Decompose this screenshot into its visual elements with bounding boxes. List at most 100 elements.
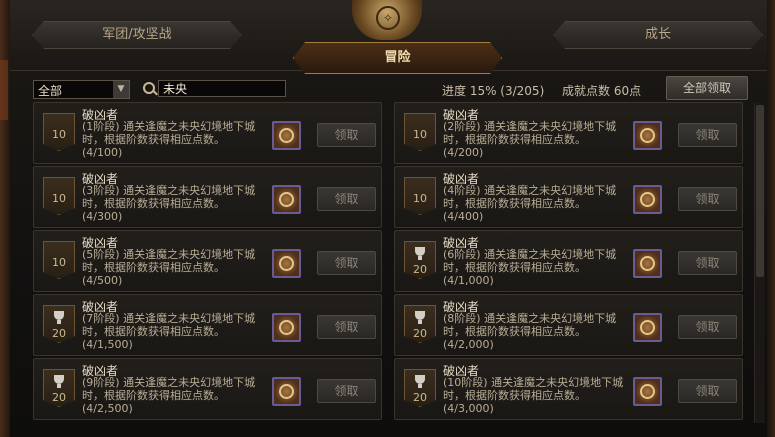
- tab-growth[interactable]: 成长: [553, 21, 763, 49]
- trophy-icon: [54, 311, 64, 324]
- description-text: (10阶段) 通关逢魔之未央幻境地下城时，根据阶数获得相应点数。: [443, 376, 624, 402]
- reward-emblem-icon[interactable]: [633, 313, 662, 342]
- points-badge: 10: [404, 177, 436, 215]
- achievement-progress: (4/100): [82, 146, 123, 159]
- achievement-progress: (4/3,000): [443, 402, 494, 415]
- left-frame-ornament: [0, 60, 8, 120]
- tab-adventure[interactable]: 冒险: [293, 42, 502, 74]
- claim-all-button[interactable]: 全部领取: [666, 76, 748, 100]
- trophy-icon: [415, 375, 425, 388]
- search-icon: [143, 82, 155, 94]
- tab-legion-siege[interactable]: 军团/攻坚战: [32, 21, 242, 49]
- badge-points: 10: [52, 192, 66, 205]
- points-badge: 10: [43, 177, 75, 215]
- description-text: (9阶段) 通关逢魔之未央幻境地下城时，根据阶数获得相应点数。: [82, 376, 256, 402]
- right-frame-decoration: [767, 0, 775, 437]
- category-dropdown[interactable]: 全部 ▼: [33, 80, 130, 99]
- badge-points: 10: [413, 192, 427, 205]
- claim-button[interactable]: 领取: [317, 315, 376, 339]
- achievement-description: (8阶段) 通关逢魔之未央幻境地下城时，根据阶数获得相应点数。 (4/2,000): [443, 312, 628, 351]
- claim-button[interactable]: 领取: [678, 187, 737, 211]
- description-text: (5阶段) 通关逢魔之未央幻境地下城时，根据阶数获得相应点数。: [82, 248, 256, 274]
- description-text: (8阶段) 通关逢魔之未央幻境地下城时，根据阶数获得相应点数。: [443, 312, 617, 338]
- scrollbar[interactable]: [754, 103, 765, 423]
- claim-button[interactable]: 领取: [678, 251, 737, 275]
- claim-button[interactable]: 领取: [317, 251, 376, 275]
- reward-emblem-icon[interactable]: [272, 185, 301, 214]
- achievement-card: 20 破凶者 (9阶段) 通关逢魔之未央幻境地下城时，根据阶数获得相应点数。 (4/2…: [33, 358, 382, 420]
- points-badge: 20: [43, 369, 75, 407]
- points-badge: 20: [404, 241, 436, 279]
- reward-emblem-icon[interactable]: [633, 249, 662, 278]
- achievement-card: 10 破凶者 (2阶段) 通关逢魔之未央幻境地下城时，根据阶数获得相应点数。 (4/2…: [394, 102, 743, 164]
- badge-points: 10: [52, 128, 66, 141]
- description-text: (2阶段) 通关逢魔之未央幻境地下城时，根据阶数获得相应点数。: [443, 120, 617, 146]
- reward-emblem-icon[interactable]: [272, 313, 301, 342]
- achievement-description: (6阶段) 通关逢魔之未央幻境地下城时，根据阶数获得相应点数。 (4/1,000): [443, 248, 628, 287]
- claim-button[interactable]: 领取: [678, 379, 737, 403]
- category-selected-value: 全部: [38, 84, 63, 98]
- badge-points: 20: [52, 327, 66, 340]
- achievement-card: 10 破凶者 (5阶段) 通关逢魔之未央幻境地下城时，根据阶数获得相应点数。 (4/5…: [33, 230, 382, 292]
- achievement-progress: (4/300): [82, 210, 123, 223]
- achievement-description: (4阶段) 通关逢魔之未央幻境地下城时，根据阶数获得相应点数。 (4/400): [443, 184, 628, 223]
- achievement-card: 10 破凶者 (4阶段) 通关逢魔之未央幻境地下城时，根据阶数获得相应点数。 (4/4…: [394, 166, 743, 228]
- claim-button[interactable]: 领取: [317, 123, 376, 147]
- badge-points: 20: [413, 327, 427, 340]
- trophy-icon: [54, 375, 64, 388]
- claim-button[interactable]: 领取: [317, 379, 376, 403]
- reward-emblem-icon[interactable]: [633, 185, 662, 214]
- reward-emblem-icon[interactable]: [272, 377, 301, 406]
- progress-text: 进度 15% (3/205): [442, 84, 545, 98]
- achievement-card: 20 破凶者 (10阶段) 通关逢魔之未央幻境地下城时，根据阶数获得相应点数。 (4/…: [394, 358, 743, 420]
- achievement-card: 20 破凶者 (8阶段) 通关逢魔之未央幻境地下城时，根据阶数获得相应点数。 (4/2…: [394, 294, 743, 356]
- points-badge: 20: [404, 305, 436, 343]
- description-text: (1阶段) 通关逢魔之未央幻境地下城时，根据阶数获得相应点数。: [82, 120, 256, 146]
- achievement-progress: (4/1,000): [443, 274, 494, 287]
- points-badge: 20: [404, 369, 436, 407]
- badge-points: 10: [413, 128, 427, 141]
- achievement-description: (7阶段) 通关逢魔之未央幻境地下城时，根据阶数获得相应点数。 (4/1,500): [82, 312, 267, 351]
- achievement-description: (10阶段) 通关逢魔之未央幻境地下城时，根据阶数获得相应点数。 (4/3,000…: [443, 376, 628, 415]
- badge-points: 20: [413, 391, 427, 404]
- achievement-progress: (4/1,500): [82, 338, 133, 351]
- claim-button[interactable]: 领取: [317, 187, 376, 211]
- achievement-card: 20 破凶者 (7阶段) 通关逢魔之未央幻境地下城时，根据阶数获得相应点数。 (4/1…: [33, 294, 382, 356]
- achievement-description: (3阶段) 通关逢魔之未央幻境地下城时，根据阶数获得相应点数。 (4/300): [82, 184, 267, 223]
- achievement-progress: (4/500): [82, 274, 123, 287]
- reward-emblem-icon[interactable]: [272, 249, 301, 278]
- search-input[interactable]: 未央: [158, 80, 286, 97]
- reward-emblem-icon[interactable]: [272, 121, 301, 150]
- achievement-progress: (4/400): [443, 210, 484, 223]
- achievement-description: (5阶段) 通关逢魔之未央幻境地下城时，根据阶数获得相应点数。 (4/500): [82, 248, 267, 287]
- description-text: (3阶段) 通关逢魔之未央幻境地下城时，根据阶数获得相应点数。: [82, 184, 256, 210]
- achievement-points-text: 成就点数 60点: [562, 84, 642, 98]
- badge-points: 20: [413, 263, 427, 276]
- compass-icon: ✧: [376, 6, 400, 30]
- achievement-card: 10 破凶者 (3阶段) 通关逢魔之未央幻境地下城时，根据阶数获得相应点数。 (4/3…: [33, 166, 382, 228]
- points-badge: 10: [43, 241, 75, 279]
- points-badge: 20: [43, 305, 75, 343]
- achievement-progress: (4/2,000): [443, 338, 494, 351]
- achievement-card: 20 破凶者 (6阶段) 通关逢魔之未央幻境地下城时，根据阶数获得相应点数。 (4/1…: [394, 230, 743, 292]
- badge-points: 10: [52, 256, 66, 269]
- achievement-card: 10 破凶者 (1阶段) 通关逢魔之未央幻境地下城时，根据阶数获得相应点数。 (4/1…: [33, 102, 382, 164]
- scrollbar-thumb[interactable]: [756, 105, 764, 277]
- claim-button[interactable]: 领取: [678, 123, 737, 147]
- reward-emblem-icon[interactable]: [633, 121, 662, 150]
- achievement-description: (1阶段) 通关逢魔之未央幻境地下城时，根据阶数获得相应点数。 (4/100): [82, 120, 267, 159]
- achievement-progress: (4/200): [443, 146, 484, 159]
- description-text: (7阶段) 通关逢魔之未央幻境地下城时，根据阶数获得相应点数。: [82, 312, 256, 338]
- achievement-description: (9阶段) 通关逢魔之未央幻境地下城时，根据阶数获得相应点数。 (4/2,500): [82, 376, 267, 415]
- achievement-progress: (4/2,500): [82, 402, 133, 415]
- chevron-down-icon[interactable]: ▼: [113, 81, 129, 98]
- claim-button[interactable]: 领取: [678, 315, 737, 339]
- achievement-window: ✧ 军团/攻坚战 成长 冒险 全部 ▼ 未央 进度 15% (3/205) 成就…: [0, 0, 775, 437]
- achievement-list: 10 破凶者 (1阶段) 通关逢魔之未央幻境地下城时，根据阶数获得相应点数。 (4/1…: [33, 102, 753, 427]
- trophy-icon: [415, 247, 425, 260]
- badge-points: 20: [52, 391, 66, 404]
- reward-emblem-icon[interactable]: [633, 377, 662, 406]
- points-badge: 10: [43, 113, 75, 151]
- description-text: (4阶段) 通关逢魔之未央幻境地下城时，根据阶数获得相应点数。: [443, 184, 617, 210]
- points-badge: 10: [404, 113, 436, 151]
